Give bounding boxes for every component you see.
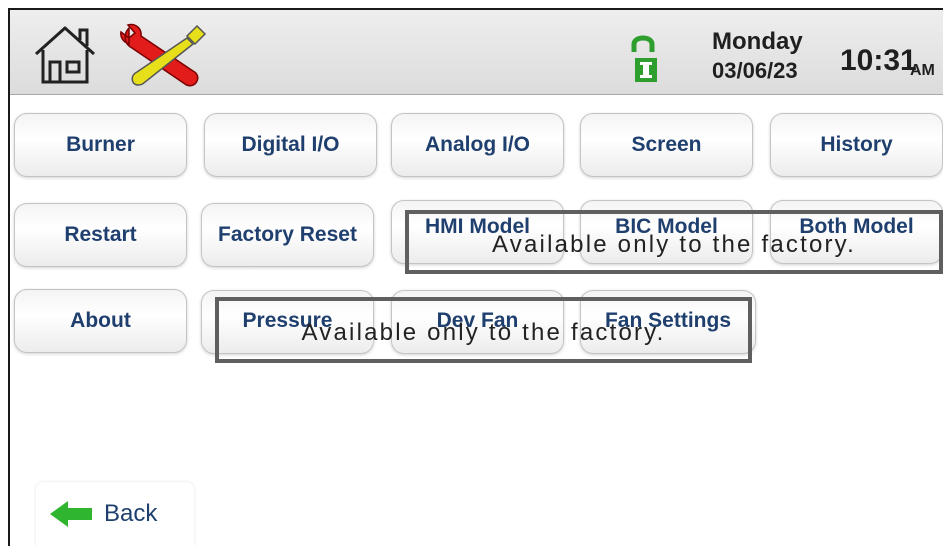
back-button[interactable]: Back: [36, 482, 194, 546]
header-bar: Monday 03/06/23 10:31 AM: [10, 10, 943, 95]
factory-only-notice: Available only to the factory.: [301, 319, 666, 346]
burner-button[interactable]: Burner: [14, 113, 187, 177]
factory-only-overlay-row3: Available only to the factory.: [215, 297, 752, 363]
factory-only-overlay-row2: Available only to the factory.: [405, 210, 943, 274]
history-button[interactable]: History: [770, 113, 943, 177]
screen-button[interactable]: Screen: [580, 113, 753, 177]
restart-button[interactable]: Restart: [14, 203, 187, 267]
date-label: 03/06/23: [712, 58, 798, 83]
home-icon[interactable]: [30, 20, 100, 86]
digital-io-button[interactable]: Digital I/O: [204, 113, 377, 177]
back-label: Back: [104, 500, 158, 527]
back-arrow-icon: [50, 501, 92, 527]
day-label: Monday: [712, 28, 803, 55]
clock-ampm: AM: [910, 62, 935, 79]
factory-reset-button[interactable]: Factory Reset: [201, 203, 374, 267]
clock-time: 10:31: [840, 44, 917, 77]
lock-icon[interactable]: [629, 32, 659, 84]
factory-only-notice: Available only to the factory.: [492, 231, 856, 258]
settings-tools-icon[interactable]: [115, 20, 210, 92]
about-button[interactable]: About: [14, 289, 187, 353]
analog-io-button[interactable]: Analog I/O: [391, 113, 564, 177]
